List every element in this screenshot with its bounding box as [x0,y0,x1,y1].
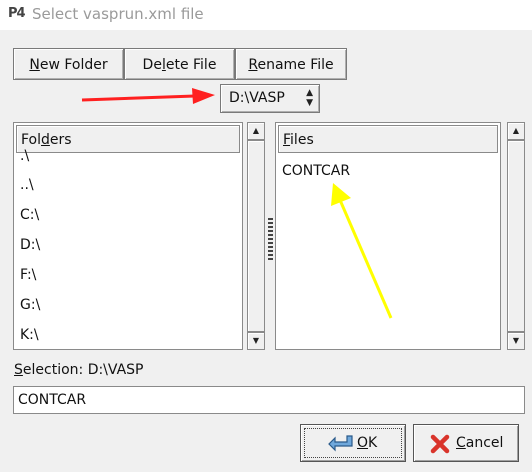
files-header: Files [278,125,498,153]
folder-item[interactable]: F:\ [20,267,36,283]
cancel-x-icon [430,434,450,454]
folders-header-rest: ers [49,132,72,148]
new-folder-label-mnemonic: N [29,57,40,73]
directory-select-value: D:\VASP [229,90,285,106]
folder-item[interactable]: G:\ [20,297,40,313]
selection-label-rest: election: D:\VASP [22,362,144,378]
red-arrowhead [192,88,215,104]
selection-input[interactable]: CONTCAR [13,386,525,414]
scroll-up-arrow-icon[interactable]: ▲ [507,122,525,140]
file-item[interactable]: CONTCAR [282,163,350,179]
folders-header-pre: Fol [21,132,42,148]
folder-item[interactable]: D:\ [20,237,40,253]
ok-label-rest: K [368,435,378,451]
folder-item[interactable]: .\ [20,148,29,164]
folders-list[interactable]: Folders .\ ..\ C:\ D:\ F:\ G:\ K:\ [13,122,243,350]
folders-header-mnemonic: d [41,132,50,148]
splitter-grip[interactable] [268,218,273,262]
app-icon: P4 [8,6,26,21]
ok-label-mnemonic: O [357,435,369,451]
scroll-up-arrow-icon[interactable]: ▲ [247,122,265,140]
ok-button-label: OK [357,435,377,451]
ok-button[interactable]: OK [300,424,406,462]
delete-file-label-rest: ete File [165,57,217,73]
folder-item[interactable]: K:\ [20,327,39,343]
window-title: Select vasprun.xml file [32,5,204,23]
delete-file-label-pre: De [142,57,162,73]
new-folder-button[interactable]: New Folder [13,48,124,80]
spin-arrows-icon[interactable]: ▲ ▼ [306,88,313,108]
red-annotation-arrow [81,94,196,102]
cancel-label-mnemonic: C [456,435,466,451]
new-folder-label-rest: ew Folder [39,57,108,73]
directory-select[interactable]: D:\VASP ▲ ▼ [220,84,320,113]
cancel-button-label: Cancel [456,435,503,451]
selection-label-mnemonic: S [14,362,23,378]
files-header-mnemonic: F [283,132,291,148]
files-scrollbar[interactable]: ▲ ▼ [507,122,525,350]
cancel-button[interactable]: Cancel [413,424,519,462]
enter-arrow-icon [328,435,353,452]
folders-scrollbar[interactable]: ▲ ▼ [247,122,265,350]
scroll-down-arrow-icon[interactable]: ▼ [247,332,265,350]
folders-scroll-thumb[interactable] [247,140,265,332]
title-bar: P4 Select vasprun.xml file [0,0,532,30]
folders-header: Folders [16,125,240,153]
files-scroll-thumb[interactable] [507,140,525,332]
files-header-rest: iles [290,132,314,148]
rename-file-button[interactable]: Rename File [235,48,347,80]
folder-item[interactable]: ..\ [20,177,34,193]
files-list[interactable]: Files CONTCAR [275,122,501,350]
folder-item[interactable]: C:\ [20,207,39,223]
cancel-label-rest: ancel [465,435,504,451]
selection-label: Selection: D:\VASP [14,362,144,378]
delete-file-button[interactable]: Delete File [124,48,235,80]
scroll-down-arrow-icon[interactable]: ▼ [507,332,525,350]
rename-file-label-rest: ename File [257,57,334,73]
